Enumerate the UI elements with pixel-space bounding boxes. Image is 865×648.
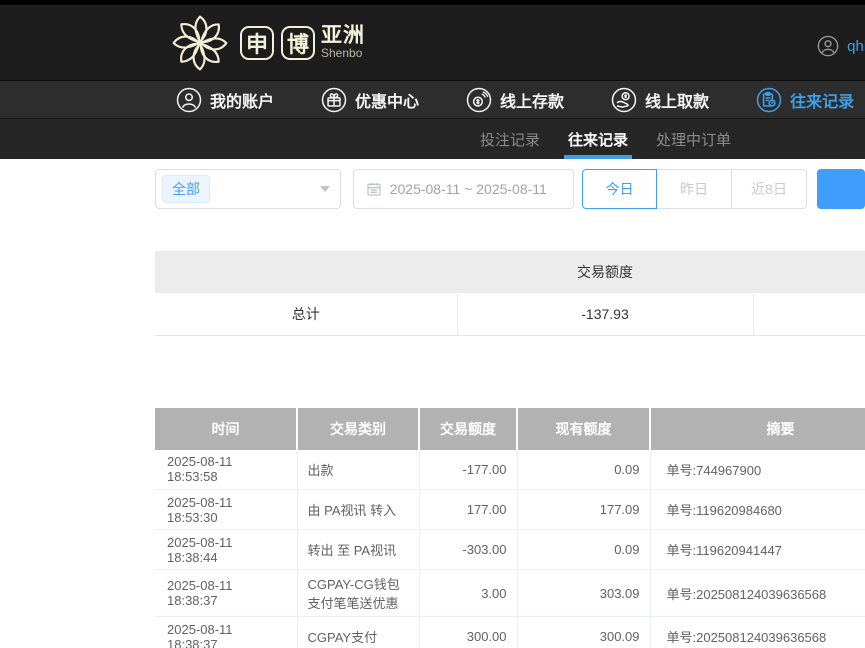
cell-memo: 单号:744967900 bbox=[650, 450, 865, 490]
username-text[interactable]: qhhw bbox=[847, 38, 865, 55]
selected-type-tag[interactable]: 全部 bbox=[162, 175, 210, 203]
cell-time: 2025-08-11 18:53:58 bbox=[155, 450, 297, 490]
cell-memo: 单号:119620984680 bbox=[650, 490, 865, 530]
main-content: 全部 2025-08-11 ~ 2025-08-11 今日 昨日 近8日 交易额… bbox=[0, 169, 865, 648]
type-select[interactable]: 全部 bbox=[155, 169, 341, 209]
flower-logo-icon bbox=[166, 10, 234, 76]
cell-balance: 177.09 bbox=[517, 490, 650, 530]
col-memo: 摘要 bbox=[650, 408, 865, 450]
cell-time: 2025-08-11 18:53:30 bbox=[155, 490, 297, 530]
cell-type: 转出 至 PA视讯 bbox=[297, 530, 419, 570]
cell-amount: -177.00 bbox=[419, 450, 517, 490]
summary-empty-cell bbox=[753, 293, 865, 335]
table-row: 2025-08-11 18:53:58 出款 -177.00 0.09 单号:7… bbox=[155, 450, 865, 490]
transactions-table: 时间 交易类别 交易额度 现有额度 摘要 2025-08-11 18:53:58… bbox=[155, 408, 865, 648]
cell-amount: -303.00 bbox=[419, 530, 517, 570]
nav-item-label: 线上取款 bbox=[645, 88, 709, 112]
cell-type: 由 PA视讯 转入 bbox=[297, 490, 419, 530]
summary-header-empty bbox=[753, 251, 865, 293]
cell-memo: 单号:119620941447 bbox=[650, 530, 865, 570]
cell-balance: 303.09 bbox=[517, 570, 650, 617]
site-header: 申 博 亚洲 Shenbo qhhw bbox=[0, 5, 865, 80]
nav-item-label: 往来记录 bbox=[790, 88, 854, 112]
cell-amount: 3.00 bbox=[419, 570, 517, 617]
nav-item-withdraw[interactable]: 线上取款 bbox=[611, 87, 709, 113]
logo-char-bo: 博 bbox=[281, 26, 315, 60]
summary-total-label: 总计 bbox=[155, 293, 457, 335]
table-row: 2025-08-11 18:38:37 CGPAY支付 300.00 300.0… bbox=[155, 617, 865, 648]
record-tabs: 投注记录 往来记录 处理中订单 bbox=[0, 119, 865, 159]
tab-label: 处理中订单 bbox=[656, 129, 731, 150]
cell-type: 出款 bbox=[297, 450, 419, 490]
cell-memo: 单号:202508124039636568 bbox=[650, 617, 865, 648]
table-row: 2025-08-11 18:53:30 由 PA视讯 转入 177.00 177… bbox=[155, 490, 865, 530]
chevron-down-icon bbox=[320, 186, 330, 192]
logo-char-shen: 申 bbox=[240, 26, 274, 60]
main-nav: 我的账户 优惠中心 线上存款 线上取款 往来记录 bbox=[0, 80, 865, 119]
tab-transaction-records[interactable]: 往来记录 bbox=[568, 119, 628, 159]
cell-memo: 单号:202508124039636568 bbox=[650, 570, 865, 617]
logo-region-text: 亚洲 bbox=[321, 25, 365, 47]
logo-subtitle: Shenbo bbox=[321, 47, 365, 60]
nav-item-promotions[interactable]: 优惠中心 bbox=[321, 87, 419, 113]
records-icon bbox=[756, 87, 782, 113]
col-balance: 现有额度 bbox=[517, 408, 650, 450]
cell-amount: 300.00 bbox=[419, 617, 517, 648]
cell-balance: 0.09 bbox=[517, 450, 650, 490]
cell-balance: 0.09 bbox=[517, 530, 650, 570]
date-range-value: 2025-08-11 ~ 2025-08-11 bbox=[390, 181, 547, 197]
col-amount: 交易额度 bbox=[419, 408, 517, 450]
quick-date-buttons: 今日 昨日 近8日 bbox=[582, 169, 807, 209]
cell-type: CGPAY-CG钱包支付笔笔送优惠 bbox=[297, 570, 419, 617]
today-button[interactable]: 今日 bbox=[582, 169, 657, 209]
site-logo[interactable]: 申 博 亚洲 Shenbo bbox=[166, 10, 365, 76]
summary-header-empty bbox=[155, 251, 457, 293]
cell-time: 2025-08-11 18:38:37 bbox=[155, 617, 297, 648]
col-time: 时间 bbox=[155, 408, 297, 450]
tab-pending-orders[interactable]: 处理中订单 bbox=[656, 119, 731, 159]
nav-item-deposit[interactable]: 线上存款 bbox=[466, 87, 564, 113]
nav-item-label: 线上存款 bbox=[500, 88, 564, 112]
promo-gift-icon bbox=[321, 87, 347, 113]
user-avatar-icon bbox=[817, 35, 839, 57]
table-row: 2025-08-11 18:38:44 转出 至 PA视讯 -303.00 0.… bbox=[155, 530, 865, 570]
yesterday-button[interactable]: 昨日 bbox=[657, 169, 732, 209]
summary-header-amount: 交易额度 bbox=[457, 251, 753, 293]
tab-label: 往来记录 bbox=[568, 129, 628, 150]
cell-time: 2025-08-11 18:38:37 bbox=[155, 570, 297, 617]
summary-header-row: 交易额度 bbox=[155, 251, 865, 293]
tab-betting-records[interactable]: 投注记录 bbox=[480, 119, 540, 159]
user-account-area[interactable]: qhhw bbox=[817, 35, 865, 57]
deposit-icon bbox=[466, 87, 492, 113]
transactions-header-row: 时间 交易类别 交易额度 现有额度 摘要 bbox=[155, 408, 865, 450]
nav-item-label: 优惠中心 bbox=[355, 88, 419, 112]
nav-item-label: 我的账户 bbox=[210, 88, 274, 112]
summary-total-row: 总计 -137.93 bbox=[155, 293, 865, 335]
last-8-days-button[interactable]: 近8日 bbox=[732, 169, 807, 209]
summary-table: 交易额度 总计 -137.93 bbox=[155, 251, 865, 336]
table-row: 2025-08-11 18:38:37 CGPAY-CG钱包支付笔笔送优惠 3.… bbox=[155, 570, 865, 617]
cell-balance: 300.09 bbox=[517, 617, 650, 648]
account-icon bbox=[176, 87, 202, 113]
cell-amount: 177.00 bbox=[419, 490, 517, 530]
cell-time: 2025-08-11 18:38:44 bbox=[155, 530, 297, 570]
cell-type: CGPAY支付 bbox=[297, 617, 419, 648]
col-type: 交易类别 bbox=[297, 408, 419, 450]
withdraw-icon bbox=[611, 87, 637, 113]
summary-total-value: -137.93 bbox=[457, 293, 753, 335]
tab-label: 投注记录 bbox=[480, 129, 540, 150]
nav-item-my-account[interactable]: 我的账户 bbox=[176, 87, 274, 113]
calendar-icon bbox=[366, 181, 382, 197]
nav-item-transaction-records[interactable]: 往来记录 bbox=[756, 87, 854, 113]
filter-bar: 全部 2025-08-11 ~ 2025-08-11 今日 昨日 近8日 bbox=[155, 169, 865, 209]
date-range-input[interactable]: 2025-08-11 ~ 2025-08-11 bbox=[353, 169, 574, 209]
query-button-partial[interactable] bbox=[817, 169, 865, 209]
